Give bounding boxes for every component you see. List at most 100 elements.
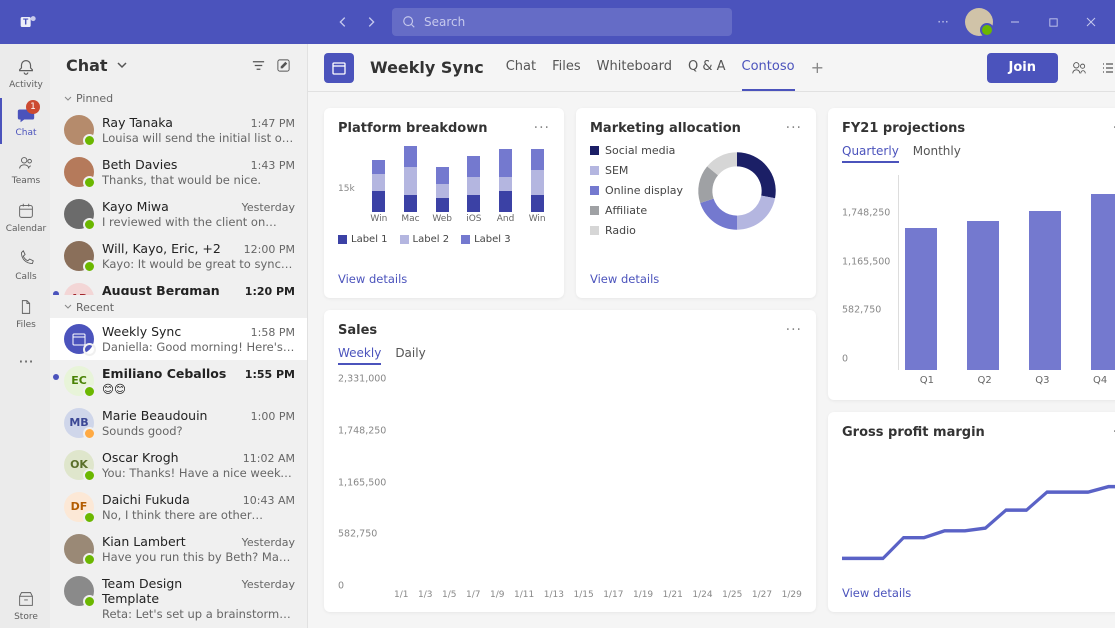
avatar: DF xyxy=(64,492,94,522)
card-more-button[interactable]: ··· xyxy=(786,322,802,338)
chat-row[interactable]: DFDaichi Fukuda10:43 AMNo, I think there… xyxy=(50,486,307,528)
rail-item-calendar[interactable]: Calendar xyxy=(0,194,50,240)
rail-item-teams[interactable]: Teams xyxy=(0,146,50,192)
back-button[interactable] xyxy=(330,9,356,35)
chat-row[interactable]: Beth Davies 1:43 PMThanks, that would be … xyxy=(50,151,307,193)
chat-name: Daichi Fukuda xyxy=(102,492,190,507)
bar xyxy=(967,221,999,370)
view-details-link[interactable]: View details xyxy=(842,586,1115,600)
view-details-link[interactable]: View details xyxy=(590,272,802,286)
sales-chart: 0582,7501,165,5001,748,2502,331,000 xyxy=(394,379,802,586)
chat-time: 1:43 PM xyxy=(251,159,295,172)
list-icon[interactable] xyxy=(1100,60,1115,76)
gross-profit-chart xyxy=(842,448,1115,586)
rail-item-store[interactable]: Store xyxy=(0,582,50,628)
tab-q-a[interactable]: Q & A xyxy=(688,44,726,91)
chevron-down-icon xyxy=(64,95,72,103)
subtab-daily[interactable]: Daily xyxy=(395,346,425,365)
chat-name: Beth Davies xyxy=(102,157,177,172)
chat-preview: Kayo: It would be great to sync… xyxy=(102,257,295,271)
join-button[interactable]: Join xyxy=(987,53,1058,83)
chat-preview: Thanks, that would be nice. xyxy=(102,173,295,187)
chat-name: Ray Tanaka xyxy=(102,115,173,130)
unread-dot xyxy=(53,374,59,380)
chat-preview: Have you run this by Beth? Make… xyxy=(102,550,295,564)
subtab-monthly[interactable]: Monthly xyxy=(913,144,961,163)
chat-row[interactable]: Will, Kayo, Eric, +2 12:00 PMKayo: It wou… xyxy=(50,235,307,277)
chat-preview: Reta: Let's set up a brainstorm… xyxy=(102,607,295,621)
add-tab-button[interactable]: + xyxy=(811,58,824,77)
bar xyxy=(1091,194,1115,370)
search-input[interactable]: Search xyxy=(392,8,732,36)
chat-time: 1:20 PM xyxy=(245,285,295,295)
chat-row[interactable]: Ray Tanaka 1:47 PMLouisa will send the in… xyxy=(50,109,307,151)
chevron-down-icon[interactable] xyxy=(116,59,128,71)
sidebar-title: Chat xyxy=(66,56,108,75)
rail-item-calls[interactable]: Calls xyxy=(0,242,50,288)
card-more-button[interactable]: ··· xyxy=(786,120,802,136)
rail-more-button[interactable]: ··· xyxy=(0,338,50,384)
chat-preview: Sounds good? xyxy=(102,424,295,438)
card-fy21-projections: FY21 projections··· QuarterlyMonthly 058… xyxy=(828,108,1115,400)
more-button[interactable]: ··· xyxy=(927,8,959,36)
chat-name: Oscar Krogh xyxy=(102,450,179,465)
tab-contoso[interactable]: Contoso xyxy=(742,44,795,91)
chat-time: 12:00 PM xyxy=(244,243,295,256)
chat-name: Team Design Template xyxy=(102,576,242,606)
avatar: EC xyxy=(64,366,94,396)
view-details-link[interactable]: View details xyxy=(338,272,550,286)
platform-legend: Label 1Label 2Label 3 xyxy=(338,234,550,245)
chevron-down-icon xyxy=(64,303,72,311)
bar xyxy=(1029,211,1061,370)
chat-row[interactable]: MBMarie Beaudouin1:00 PMSounds good? xyxy=(50,402,307,444)
unread-dot xyxy=(53,291,59,295)
page-title: Weekly Sync xyxy=(370,58,484,77)
rail-item-activity[interactable]: Activity xyxy=(0,50,50,96)
chat-row[interactable]: Team Design TemplateYesterdayReta: Let's… xyxy=(50,570,307,627)
sidebar-section-recent[interactable]: Recent xyxy=(50,295,307,318)
window-maximize-button[interactable] xyxy=(1037,8,1069,36)
marketing-legend: Social mediaSEMOnline displayAffiliateRa… xyxy=(590,144,683,237)
chat-preview: 😊😊 xyxy=(102,382,295,396)
chat-row[interactable]: Kian LambertYesterdayHave you run this b… xyxy=(50,528,307,570)
tab-whiteboard[interactable]: Whiteboard xyxy=(597,44,672,91)
chat-row[interactable]: OKOscar Krogh11:02 AMYou: Thanks! Have a… xyxy=(50,444,307,486)
rail-item-chat[interactable]: Chat1 xyxy=(0,98,50,144)
search-icon xyxy=(402,15,416,29)
chat-name: Kayo Miwa xyxy=(102,199,169,214)
sidebar-section-pinned[interactable]: Pinned xyxy=(50,86,307,109)
subtab-weekly[interactable]: Weekly xyxy=(338,346,381,365)
teams-icon xyxy=(15,152,37,174)
chat-row[interactable]: ECEmiliano Ceballos1:55 PM😊😊 xyxy=(50,360,307,402)
card-marketing-allocation: Marketing allocation··· Social mediaSEMO… xyxy=(576,108,816,298)
avatar: AB xyxy=(64,283,94,295)
window-close-button[interactable] xyxy=(1075,8,1107,36)
avatar xyxy=(64,324,94,354)
chat-row[interactable]: Kayo MiwaYesterdayI reviewed with the cl… xyxy=(50,193,307,235)
card-more-button[interactable]: ··· xyxy=(534,120,550,136)
chat-time: 1:47 PM xyxy=(251,117,295,130)
chat-sidebar: Chat Pinned Ray Tanaka 1:47 PMLouisa will… xyxy=(50,44,308,628)
filter-button[interactable] xyxy=(251,58,266,73)
chat-name: August Bergman xyxy=(102,283,220,295)
bar xyxy=(905,228,937,370)
chat-time: 10:43 AM xyxy=(243,494,295,507)
chat-name: Will, Kayo, Eric, +2 xyxy=(102,241,221,256)
current-user-avatar[interactable] xyxy=(965,8,993,36)
tab-chat[interactable]: Chat xyxy=(506,44,536,91)
tab-files[interactable]: Files xyxy=(552,44,581,91)
chat-row[interactable]: ABAugust Bergman1:20 PMI haven't checked… xyxy=(50,277,307,295)
projections-chart: 0582,7501,165,5001,748,250Q1Q2Q3Q4 xyxy=(898,175,1115,370)
chat-row[interactable]: Weekly Sync1:58 PMDaniella: Good morning… xyxy=(50,318,307,360)
rail-item-files[interactable]: Files xyxy=(0,290,50,336)
avatar xyxy=(64,534,94,564)
avatar: MB xyxy=(64,408,94,438)
chat-time: 1:58 PM xyxy=(251,326,295,339)
subtab-quarterly[interactable]: Quarterly xyxy=(842,144,899,163)
compose-button[interactable] xyxy=(276,58,291,73)
people-icon[interactable] xyxy=(1070,59,1088,77)
forward-button[interactable] xyxy=(358,9,384,35)
window-minimize-button[interactable] xyxy=(999,8,1031,36)
card-sales: Sales··· WeeklyDaily 0582,7501,165,5001,… xyxy=(324,310,816,612)
chat-preview: Louisa will send the initial list of… xyxy=(102,131,295,145)
